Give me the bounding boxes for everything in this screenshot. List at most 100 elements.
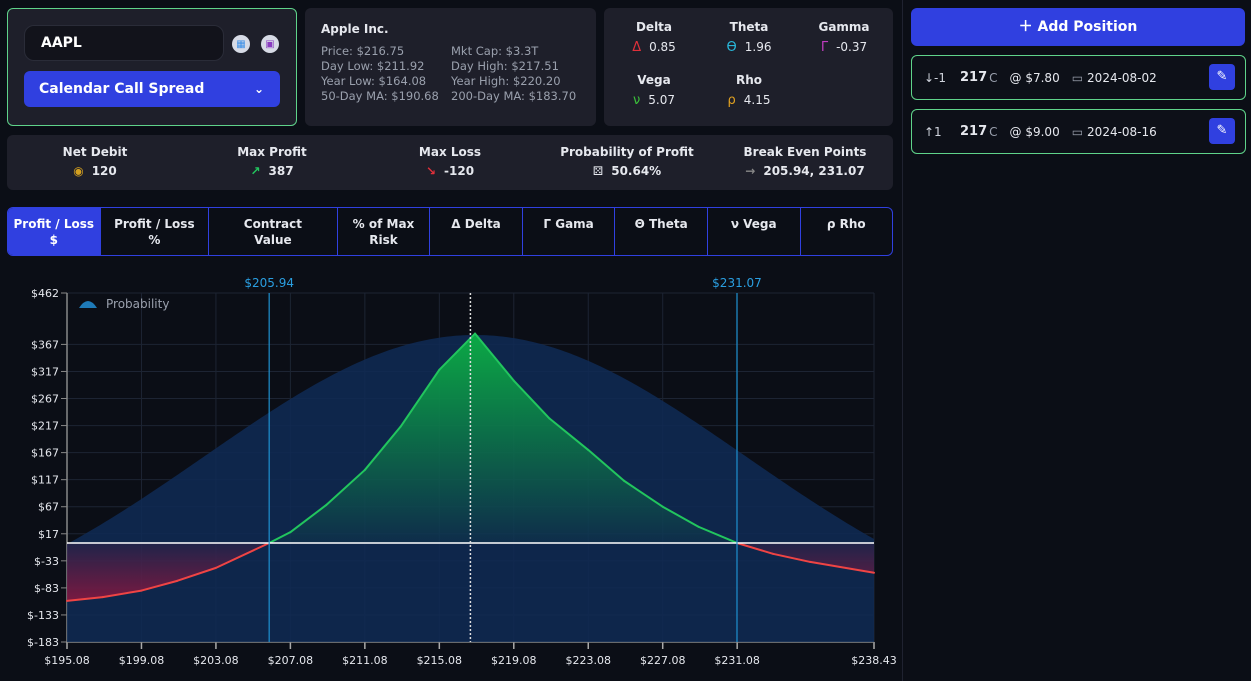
- tab-vega[interactable]: ν Vega: [708, 208, 801, 255]
- position-qty: ↑1: [924, 124, 942, 139]
- stat-label: Break Even Points: [743, 145, 867, 159]
- x-tick-label: $211.08: [342, 654, 388, 667]
- tab-theta[interactable]: Θ Theta: [615, 208, 708, 255]
- tab-rho[interactable]: ρ Rho: [801, 208, 893, 255]
- y-tick-label: $-183: [27, 636, 59, 649]
- stat-value: -120: [444, 164, 475, 178]
- probability-legend-icon: [79, 301, 97, 308]
- calendar-icon[interactable]: ▦: [232, 35, 250, 53]
- gamma-icon: Γ: [820, 40, 829, 55]
- x-tick-label: $215.08: [417, 654, 463, 667]
- x-tick-label: $231.08: [714, 654, 760, 667]
- y-tick-label: $17: [38, 528, 59, 541]
- ticker-input[interactable]: AAPL: [24, 25, 224, 61]
- y-tick-label: $-33: [34, 555, 59, 568]
- stat-label: Net Debit: [62, 145, 128, 159]
- greek-delta: Delta Δ 0.85: [609, 20, 699, 55]
- greek-value: 0.85: [649, 40, 676, 54]
- ticker-card: AAPL ▦ ▣ Calendar Call Spread ⌄: [7, 8, 297, 126]
- company-name: Apple Inc.: [321, 22, 389, 36]
- strategy-label: Calendar Call Spread: [39, 81, 205, 97]
- position-date: 2024-08-02: [1087, 70, 1157, 85]
- x-tick-label: $199.08: [119, 654, 165, 667]
- tab-profit-loss-percent[interactable]: Profit / Loss %: [101, 208, 210, 255]
- tab-max-risk[interactable]: % of Max Risk: [338, 208, 431, 255]
- stat-max-profit: Max Profit ↗ 387: [192, 145, 352, 178]
- stat-value: 50.64%: [611, 164, 662, 178]
- greek-value: -0.37: [836, 40, 868, 54]
- price: Price: $216.75: [321, 44, 405, 58]
- greek-label: Vega: [637, 73, 671, 87]
- legend[interactable]: Probability: [79, 297, 169, 311]
- day-high: Day High: $217.51: [451, 59, 559, 73]
- ma-50: 50-Day MA: $190.68: [321, 89, 439, 103]
- year-low: Year Low: $164.08: [321, 74, 427, 88]
- year-high: Year High: $220.20: [451, 74, 561, 88]
- y-tick-label: $117: [31, 474, 59, 487]
- greek-label: Delta: [635, 20, 673, 34]
- stat-label: Max Profit: [237, 145, 307, 159]
- screenshot-icon[interactable]: ▣: [261, 35, 279, 53]
- arrow-down-right-icon: ↘: [425, 164, 437, 178]
- stat-net-debit: Net Debit ◉ 120: [15, 145, 175, 178]
- panel-divider: [902, 0, 903, 681]
- y-tick-label: $67: [38, 501, 59, 514]
- calendar-icon: ▭: [1071, 124, 1084, 139]
- stat-value: 120: [91, 164, 117, 178]
- greek-value: 4.15: [743, 93, 771, 107]
- pnl-chart: $462 $367 $317 $267 $217 $167 $117 $67 $17 $-33 $-…: [27, 276, 897, 667]
- ma-200: 200-Day MA: $183.70: [451, 89, 577, 103]
- greek-label: Theta: [729, 20, 769, 34]
- edit-position-button[interactable]: ✎: [1209, 118, 1235, 144]
- position-item[interactable]: ↑1 217 C @ $9.00 ▭ 2024-08-16 ✎: [911, 109, 1246, 154]
- theta-icon: ϴ: [726, 40, 737, 55]
- tab-profit-loss-dollar[interactable]: Profit / Loss $: [8, 208, 101, 255]
- add-position-button[interactable]: ＋ Add Position: [911, 8, 1245, 46]
- y-tick-label: $-133: [27, 609, 59, 622]
- greek-value: 1.96: [744, 40, 772, 54]
- position-type: C: [989, 124, 998, 139]
- stat-label: Max Loss: [418, 145, 482, 159]
- position-strike: 217: [960, 124, 988, 139]
- stat-value: 387: [268, 164, 294, 178]
- coins-icon: ◉: [73, 164, 84, 178]
- stat-probability: Probability of Profit ⚄ 50.64%: [547, 145, 707, 178]
- greeks-card: Delta Δ 0.85 Theta ϴ 1.96 Gamma Γ -0.37 Vega ν 5…: [604, 8, 893, 126]
- break-even-label: $231.07: [712, 276, 762, 290]
- y-tick-label: $367: [31, 338, 59, 351]
- position-price: @ $7.80: [1009, 70, 1060, 85]
- chart-tabs: Profit / Loss $ Profit / Loss % Contract…: [7, 207, 893, 256]
- greek-gamma: Gamma Γ -0.37: [799, 20, 889, 55]
- position-item[interactable]: ↓-1 217 C @ $7.80 ▭ 2024-08-02 ✎: [911, 55, 1246, 100]
- tab-delta[interactable]: Δ Delta: [430, 208, 523, 255]
- x-tick-label: $195.08: [44, 654, 90, 667]
- rho-icon: ρ: [727, 93, 736, 108]
- tab-gamma[interactable]: Γ Gama: [523, 208, 616, 255]
- position-price: @ $9.00: [1009, 124, 1060, 139]
- position-type: C: [989, 70, 998, 85]
- add-position-label: Add Position: [1037, 19, 1138, 35]
- dice-icon: ⚄: [592, 164, 604, 178]
- arrow-right-icon: →: [745, 164, 756, 178]
- greek-vega: Vega ν 5.07: [609, 73, 699, 108]
- y-tick-label: $267: [31, 393, 59, 406]
- x-tick-label: $203.08: [193, 654, 239, 667]
- x-tick-label: $207.08: [268, 654, 314, 667]
- break-even-label: $205.94: [244, 276, 294, 290]
- day-low: Day Low: $211.92: [321, 59, 425, 73]
- edit-position-button[interactable]: ✎: [1209, 64, 1235, 90]
- strategy-select[interactable]: Calendar Call Spread ⌄: [24, 71, 280, 107]
- position-strike: 217: [960, 70, 988, 85]
- market-cap: Mkt Cap: $3.3T: [451, 44, 539, 58]
- stat-max-loss: Max Loss ↘ -120: [370, 145, 530, 178]
- stat-label: Probability of Profit: [560, 145, 694, 159]
- stat-value: 205.94, 231.07: [763, 164, 865, 178]
- plus-icon: ＋: [1018, 19, 1038, 35]
- stats-bar: Net Debit ◉ 120 Max Profit ↗ 387 Max Loss ↘ -1…: [7, 135, 893, 190]
- x-tick-label: $219.08: [491, 654, 537, 667]
- greek-theta: Theta ϴ 1.96: [704, 20, 794, 55]
- tab-contract-value[interactable]: Contract Value: [209, 208, 338, 255]
- x-tick-label: $238.43: [851, 654, 897, 667]
- x-tick-label: $227.08: [640, 654, 686, 667]
- greek-label: Gamma: [818, 20, 870, 34]
